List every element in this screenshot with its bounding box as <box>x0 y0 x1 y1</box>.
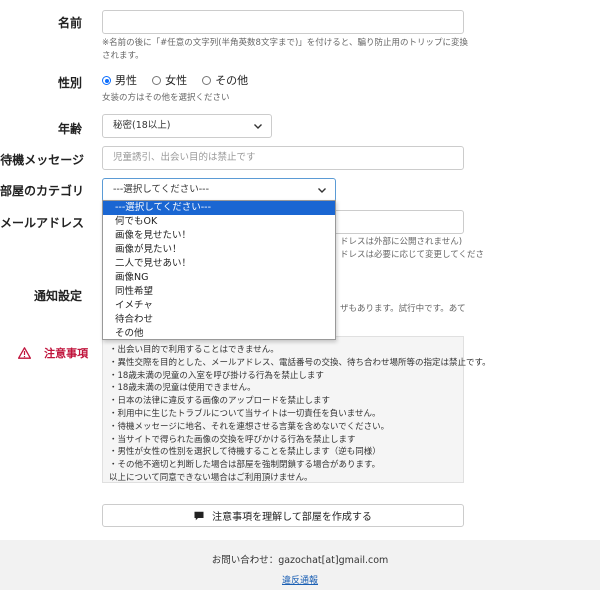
email-label: メールアドレス <box>0 216 85 230</box>
chevron-down-icon <box>318 188 326 193</box>
gender-option-other[interactable]: その他 <box>202 70 258 89</box>
notice-line: ・18歳未満の児童の入室を呼び掛ける行為を禁止します <box>109 370 324 381</box>
warning-icon <box>17 346 32 359</box>
notice-line: ・男性が女性の性別を選択して待機することを禁止します（逆も同様） <box>109 447 381 458</box>
age-select-value: 秘密(18以上) <box>113 120 171 131</box>
chevron-down-icon <box>254 124 262 129</box>
footer-contact: お問い合わせ：gazochat[at]gmail.com <box>211 555 389 566</box>
create-room-button-label: 注意事項を理解して部屋を作成する <box>212 512 372 523</box>
category-option[interactable]: イメチャ <box>103 299 335 313</box>
gender-note: 女装の方はその他を選択ください <box>102 93 230 103</box>
radio-unchecked-icon[interactable] <box>152 76 162 85</box>
notice-line: ・異性交際を目的とした、メールアドレス、電話番号の交換、待ち合わせ場所等の指定は… <box>109 357 491 368</box>
gender-radio-group: 男性 女性 その他 <box>102 72 258 88</box>
notice-line: ・出会い目的で利用することはできません。 <box>109 345 279 355</box>
name-input[interactable] <box>102 10 464 34</box>
gender-option-female[interactable]: 女性 <box>152 70 197 89</box>
radio-checked-icon[interactable] <box>102 76 111 85</box>
category-option[interactable]: 何でもOK <box>103 215 335 229</box>
notice-line: ・当サイトで得られた画像の交換を呼びかける行為を禁止します <box>109 434 356 445</box>
name-note-line-1: ※名前の後に「#任意の文字列(半角英数8文字まで)」を付けると、騙り防止用のトリ… <box>102 38 468 48</box>
report-link[interactable]: 違反通報 <box>282 576 318 586</box>
notice-box: ・出会い目的で利用することはできません。 ・異性交際を目的とした、メールアドレス… <box>102 336 491 483</box>
footer: お問い合わせ：gazochat[at]gmail.com 違反通報 <box>0 540 600 590</box>
notice-line: ・その他不適切と判断した場合は部屋を強制閉鎖する場合があります。 <box>109 460 381 471</box>
category-select[interactable]: ---選択してください--- <box>102 178 336 202</box>
create-room-button[interactable]: 注意事項を理解して部屋を作成する <box>102 504 464 527</box>
category-option[interactable]: ---選択してください--- <box>103 201 335 215</box>
category-option[interactable]: その他 <box>103 327 335 341</box>
notice-line: ・待機メッセージに地名、それを連想させる言葉を含めないでください。 <box>109 421 390 432</box>
message-placeholder: 児童誘引、出会い目的は禁止です <box>113 152 256 163</box>
notice-line: ・日本の法律に違反する画像のアップロードを禁止します <box>109 396 331 407</box>
name-label: 名前 <box>57 16 82 30</box>
category-select-value: ---選択してください--- <box>113 184 209 195</box>
notify-note: ザもあります。試行中です。あて <box>340 304 466 314</box>
gender-option-male[interactable]: 男性 <box>102 70 147 89</box>
category-option[interactable]: 画像が見たい！ <box>103 243 335 257</box>
message-input[interactable]: 児童誘引、出会い目的は禁止です <box>102 146 464 170</box>
name-note-line-2: されます。 <box>102 51 144 61</box>
notice-line: 以上について同意できない場合はご利用頂けません。 <box>109 472 313 483</box>
category-label: 部屋のカテゴリ <box>0 184 85 198</box>
name-note: ※名前の後に「#任意の文字列(半角英数8文字まで)」を付けると、騙り防止用のトリ… <box>102 37 472 63</box>
age-select[interactable]: 秘密(18以上) <box>102 114 272 138</box>
notice-heading: 注意事項 <box>17 342 89 361</box>
notice-title: 注意事項 <box>44 346 89 360</box>
comment-icon <box>194 511 204 520</box>
age-label: 年齢 <box>57 122 82 136</box>
gender-label: 性別 <box>57 76 82 90</box>
category-option[interactable]: 二人で見せあい！ <box>103 257 335 271</box>
radio-unchecked-icon[interactable] <box>202 76 212 85</box>
category-option[interactable]: 画像NG <box>103 271 335 285</box>
category-option[interactable]: 同性希望 <box>103 285 335 299</box>
notice-line: ・18歳未満の児童は使用できません。 <box>109 383 256 394</box>
category-option[interactable]: 画像を見せたい！ <box>103 229 335 243</box>
category-option[interactable]: 待合わせ <box>103 313 335 327</box>
notify-label: 通知設定 <box>33 289 82 303</box>
email-note-line-1: ドレスは外部に公開されません) <box>340 237 463 247</box>
category-dropdown-list: ---選択してください--- 何でもOK 画像を見せたい！ 画像が見たい！ 二人… <box>102 200 336 340</box>
email-note-line-2: ドレスは必要に応じて変更してくださ <box>340 250 484 260</box>
notice-line: ・利用中に生じたトラブルについて当サイトは一切責任を負いません。 <box>109 408 381 419</box>
message-label: 待機メッセージ <box>0 153 84 167</box>
